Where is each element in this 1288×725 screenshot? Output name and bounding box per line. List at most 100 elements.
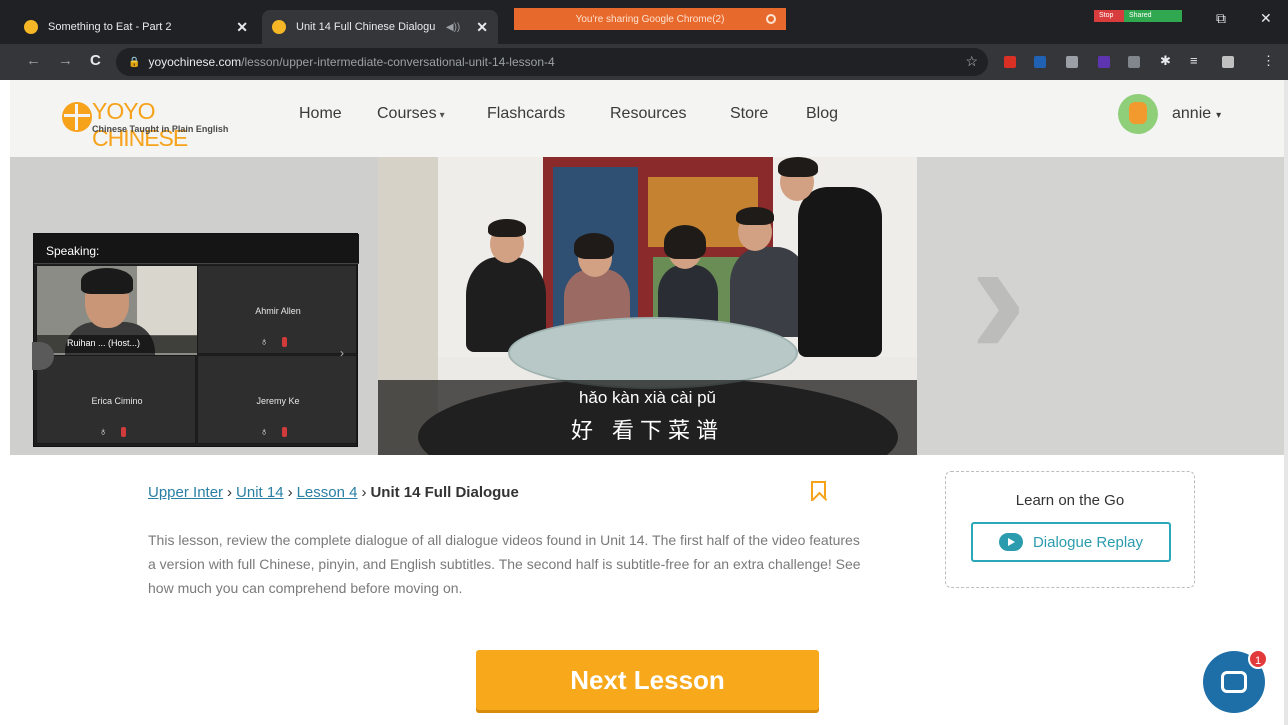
next-lesson-button[interactable]: Next Lesson — [476, 650, 819, 710]
chevron-down-icon: ▾ — [439, 110, 445, 121]
yoyo-favicon-icon — [272, 20, 286, 34]
breadcrumb-link-unit-14[interactable]: Unit 14 — [236, 484, 284, 501]
avatar[interactable] — [1118, 94, 1158, 134]
browser-toolbar: ← → C 🔒 yoyochinese.com/lesson/upper-int… — [0, 44, 1288, 80]
close-window-icon[interactable]: ✕ — [1260, 10, 1272, 27]
restore-window-icon[interactable]: ⧉ — [1216, 10, 1226, 27]
logo-tagline: Chinese Taught in Plain English — [92, 124, 229, 134]
breadcrumb-separator: › — [287, 484, 293, 501]
video-diner — [730, 247, 808, 337]
chat-play-icon — [998, 533, 1023, 551]
muted-icon — [121, 427, 126, 437]
breadcrumb-link-upper-inter[interactable]: Upper Inter — [148, 484, 223, 501]
video-diner-hair — [574, 233, 614, 259]
support-chat-button[interactable]: 1 — [1203, 649, 1268, 713]
video-diner-hair — [736, 207, 774, 225]
video-subtitle: hǎo kàn xià cài pǔ 好 看下菜谱 — [378, 380, 917, 455]
video-diner-hair — [664, 225, 706, 259]
muted-icon — [282, 427, 287, 437]
breadcrumb-link-lesson-4[interactable]: Lesson 4 — [297, 484, 358, 501]
video-waitress — [798, 187, 882, 357]
microphone-icon: ♁ — [99, 426, 108, 438]
puzzle-icon[interactable]: ✱ — [1160, 53, 1171, 69]
page-scrollbar[interactable] — [1284, 80, 1288, 725]
tab-icon[interactable] — [1066, 56, 1078, 68]
video-waitress-hair — [778, 157, 818, 177]
notification-badge: 1 — [1248, 649, 1268, 669]
lesson-description: This lesson, review the complete dialogu… — [148, 532, 861, 596]
nav-blog[interactable]: Blog — [806, 105, 838, 123]
nav-resources[interactable]: Resources — [610, 105, 686, 123]
url-host: yoyochinese.com — [148, 55, 242, 69]
site-header: YOYO CHINESE Chinese Taught in Plain Eng… — [10, 80, 1284, 157]
zoom-participant-tile[interactable]: Jeremy Ke ♁ — [197, 355, 357, 444]
participant-name: Ahmir Allen — [255, 306, 301, 316]
zoom-next-page-icon[interactable]: › — [340, 346, 344, 360]
close-tab-icon[interactable]: ✕ — [236, 19, 248, 36]
reader-icon[interactable] — [1128, 56, 1140, 68]
logo-ball-icon — [62, 102, 92, 132]
b-icon[interactable] — [1098, 56, 1110, 68]
video-shelf — [137, 266, 197, 336]
address-bar[interactable]: 🔒 yoyochinese.com/lesson/upper-intermedi… — [116, 48, 988, 76]
reload-icon[interactable]: C — [90, 52, 101, 69]
video-diner-hair — [488, 219, 526, 237]
zoom-speaking-label: Speaking: — [34, 234, 359, 264]
playlist-icon[interactable]: ≡ — [1190, 53, 1198, 68]
learn-on-the-go-box: Learn on the Go Dialogue Replay — [945, 471, 1195, 588]
muted-icon — [282, 337, 287, 347]
nav-home[interactable]: Home — [299, 105, 342, 123]
url-path: /lesson/upper-intermediate-conversationa… — [241, 55, 555, 69]
microphone-icon: ♁ — [260, 426, 269, 438]
nav-courses-label: Courses — [377, 105, 437, 122]
share-banner-text: You're sharing Google Chrome(2) — [575, 13, 725, 25]
zoom-host-caption: Ruihan ... (Host...) — [37, 335, 197, 353]
chevron-right-icon[interactable]: › — [970, 212, 1027, 382]
participant-name: Erica Cimino — [91, 396, 143, 406]
nav-store[interactable]: Store — [730, 105, 768, 123]
tab-unit-14-dialogue[interactable]: Unit 14 Full Chinese Dialogu ◀)) ✕ — [262, 10, 498, 44]
participant-name: Jeremy Ke — [256, 396, 300, 406]
zoom-shared-button[interactable]: Shared — [1124, 10, 1182, 22]
nav-flashcards[interactable]: Flashcards — [487, 105, 565, 123]
tab-something-to-eat[interactable]: Something to Eat - Part 2 ✕ — [14, 10, 258, 44]
host-hair — [81, 268, 133, 294]
user-menu[interactable]: annie ▾ — [1172, 105, 1221, 123]
lock-icon[interactable]: 🔒 — [128, 57, 140, 68]
tab-title: Unit 14 Full Chinese Dialogu — [296, 21, 436, 33]
close-tab-icon[interactable]: ✕ — [476, 19, 488, 36]
zoom-participant-tile[interactable]: Ahmir Allen ♁ — [197, 265, 357, 354]
screen-icon[interactable] — [1034, 56, 1046, 68]
translate-icon[interactable] — [1222, 56, 1234, 68]
zoom-stop-button[interactable]: Stop — [1094, 10, 1124, 22]
menu-icon[interactable]: ⋮ — [1262, 53, 1275, 69]
username-label: annie — [1172, 105, 1212, 122]
breadcrumb-separator: › — [227, 484, 233, 501]
dialogue-replay-button[interactable]: Dialogue Replay — [971, 522, 1171, 562]
bookmark-icon[interactable] — [811, 481, 826, 501]
chevron-down-icon: ▾ — [1216, 110, 1222, 121]
bookmark-star-icon[interactable]: ☆ — [965, 53, 978, 70]
subtitle-pinyin: hǎo kàn xià cài pǔ — [578, 388, 717, 407]
yoyo-chinese-logo[interactable]: YOYO CHINESE Chinese Taught in Plain Eng… — [62, 98, 242, 151]
zoom-share-controls: Stop Shared — [1094, 10, 1182, 22]
zoom-participant-tile-host[interactable]: Ruihan ... (Host...) — [36, 265, 197, 355]
forward-arrow-icon[interactable]: → — [58, 52, 73, 69]
chat-bubble-icon — [1221, 671, 1247, 693]
abp-icon[interactable] — [1004, 56, 1016, 68]
learn-on-the-go-title: Learn on the Go — [1015, 492, 1125, 509]
page-title: Unit 14 Full Dialogue — [370, 484, 519, 501]
video-scene-lazy-susan — [508, 317, 798, 389]
stop-share-icon[interactable] — [766, 14, 776, 24]
audio-playing-icon[interactable]: ◀)) — [446, 22, 460, 33]
back-arrow-icon[interactable]: ← — [26, 52, 41, 69]
yoyo-favicon-icon — [24, 20, 38, 34]
nav-courses[interactable]: Courses ▾ — [377, 105, 445, 123]
zoom-participant-tile[interactable]: Erica Cimino ♁ — [36, 355, 196, 444]
zoom-participants-panel[interactable]: Speaking: Ruihan ... (Host...) Ahmir All… — [32, 233, 359, 447]
browser-tab-strip: Something to Eat - Part 2 ✕ Unit 14 Full… — [0, 0, 1288, 44]
subtitle-hanzi: 好 看下菜谱 — [571, 419, 724, 444]
microphone-icon: ♁ — [260, 336, 269, 348]
breadcrumb: Upper Inter › Unit 14 › Lesson 4 › Unit 14 Ful… — [148, 484, 519, 501]
screen-share-banner[interactable]: You're sharing Google Chrome(2) — [514, 8, 786, 30]
